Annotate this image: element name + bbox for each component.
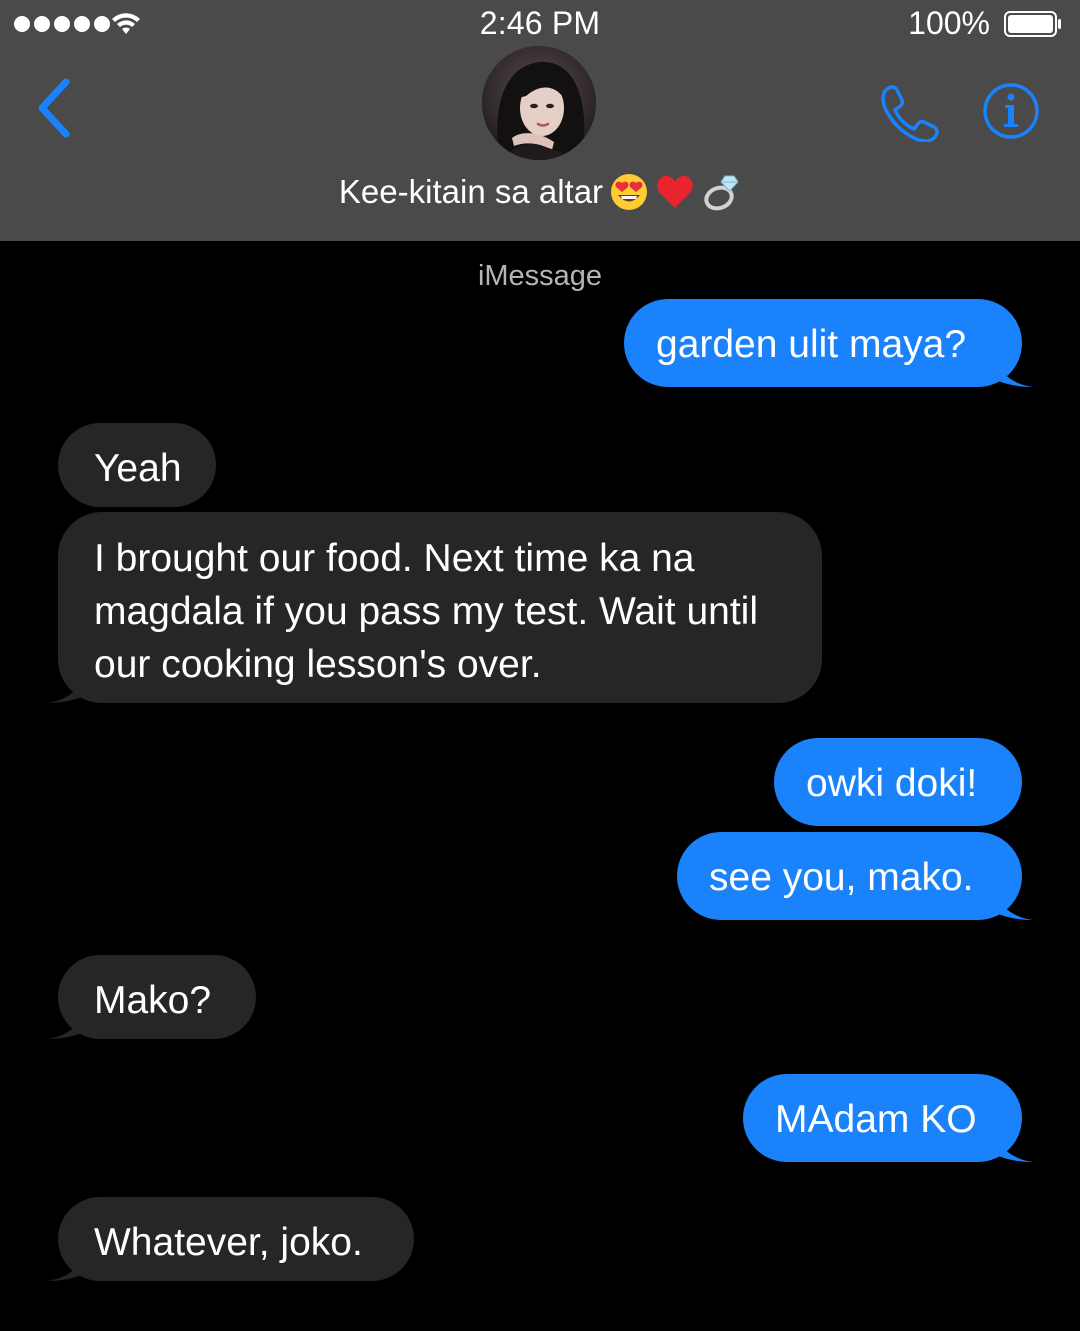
bubble-tail (994, 890, 1034, 920)
status-bar: 2:46 PM 100% (0, 0, 1080, 50)
bubble-tail (46, 673, 86, 703)
sent-message[interactable]: owki doki! (774, 738, 1022, 826)
received-message[interactable]: I brought our food. Next time ka na magd… (58, 512, 822, 703)
info-button[interactable] (980, 82, 1042, 142)
contact-avatar[interactable] (482, 46, 596, 160)
back-button[interactable] (32, 78, 76, 138)
bubble-tail (46, 1009, 86, 1039)
red-heart-icon (657, 175, 693, 208)
bubble-tail (994, 357, 1034, 387)
info-icon (983, 83, 1039, 139)
received-message[interactable]: Yeah (58, 423, 216, 507)
chevron-left-icon (38, 78, 70, 138)
received-message[interactable]: Mako? (58, 955, 256, 1039)
battery-icon (1004, 11, 1061, 37)
sent-message[interactable]: see you, mako. (677, 832, 1022, 920)
smiling-face-with-heart-eyes-icon (611, 174, 648, 210)
ring-icon (704, 175, 739, 211)
contact-name: Kee-kitain sa altar (338, 173, 604, 210)
sent-message[interactable]: garden ulit maya? (624, 299, 1022, 387)
bubble-tail (46, 1251, 86, 1281)
received-message[interactable]: Whatever, joko. (58, 1197, 414, 1281)
service-label: iMessage (477, 260, 603, 292)
conversation-header: 2:46 PM 100% Kee-kitain sa altar (0, 0, 1080, 241)
battery-percentage: 100% (908, 5, 990, 41)
sent-message[interactable]: MAdam KO (743, 1074, 1022, 1162)
avatar-photo (482, 46, 596, 160)
contact-name-button[interactable]: Kee-kitain sa altar (0, 172, 1080, 212)
phone-icon (881, 85, 939, 142)
call-button[interactable] (878, 82, 940, 142)
bubble-tail (994, 1132, 1034, 1162)
